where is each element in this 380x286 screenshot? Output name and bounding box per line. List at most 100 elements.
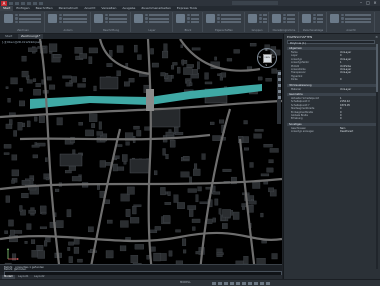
building[interactable] <box>165 131 174 136</box>
building[interactable] <box>137 54 142 60</box>
building[interactable] <box>151 62 159 68</box>
viewport-controls-label[interactable]: [-][Oben][2D-Drahtkörper] <box>2 40 42 44</box>
building[interactable] <box>85 129 94 137</box>
building[interactable] <box>128 78 135 83</box>
building[interactable] <box>44 240 48 247</box>
building[interactable] <box>201 153 206 160</box>
building[interactable] <box>165 154 169 160</box>
building[interactable] <box>269 148 279 153</box>
ribbon-large-button[interactable] <box>134 14 143 23</box>
ribbon-large-button[interactable] <box>272 14 281 23</box>
road[interactable] <box>0 231 282 243</box>
redo-icon[interactable] <box>33 1 37 5</box>
building[interactable] <box>67 247 71 251</box>
building[interactable] <box>122 154 128 162</box>
building[interactable] <box>88 56 93 64</box>
building[interactable] <box>243 256 249 265</box>
building[interactable] <box>68 241 74 246</box>
building[interactable] <box>189 208 194 217</box>
building[interactable] <box>186 64 194 68</box>
osnap-icon[interactable] <box>236 281 240 285</box>
viewcube-south[interactable]: S <box>266 64 268 67</box>
building[interactable] <box>183 67 193 75</box>
open-icon[interactable] <box>15 1 19 5</box>
customize-icon[interactable] <box>266 281 270 285</box>
building[interactable] <box>21 180 31 185</box>
building[interactable] <box>233 49 240 54</box>
property-value[interactable]: VonLayer <box>340 88 351 91</box>
building[interactable] <box>134 44 138 53</box>
viewcube-face[interactable]: OBEN <box>263 54 272 63</box>
building[interactable] <box>219 119 225 124</box>
building[interactable] <box>160 72 166 77</box>
building[interactable] <box>221 72 227 78</box>
building[interactable] <box>125 209 131 217</box>
large-building[interactable] <box>99 76 119 90</box>
building[interactable] <box>17 122 23 131</box>
ribbon-small-button[interactable] <box>145 20 148 23</box>
selection-dropdown[interactable]: Polylinie (1) <box>287 40 375 45</box>
ribbon-large-button[interactable] <box>330 14 339 23</box>
building[interactable] <box>31 144 40 148</box>
building[interactable] <box>77 258 83 263</box>
building[interactable] <box>133 125 140 130</box>
building[interactable] <box>120 193 130 202</box>
building[interactable] <box>19 205 23 212</box>
building[interactable] <box>19 100 25 107</box>
ribbon-large-button[interactable] <box>94 14 103 23</box>
building[interactable] <box>248 205 254 213</box>
building[interactable] <box>26 223 32 230</box>
building[interactable] <box>74 47 83 54</box>
building[interactable] <box>212 135 221 141</box>
building[interactable] <box>266 167 274 173</box>
grid-icon[interactable] <box>212 281 216 285</box>
building[interactable] <box>49 84 56 90</box>
ribbon-small-button[interactable] <box>259 20 262 23</box>
map-drawing[interactable] <box>0 39 282 272</box>
building[interactable] <box>120 220 129 228</box>
building[interactable] <box>38 116 45 123</box>
building[interactable] <box>116 45 124 53</box>
building[interactable] <box>112 163 118 172</box>
building[interactable] <box>191 218 201 223</box>
ribbon-small-button[interactable] <box>217 20 220 23</box>
app-logo-icon[interactable]: A <box>1 0 7 6</box>
building[interactable] <box>11 179 15 184</box>
building[interactable] <box>168 250 173 257</box>
ribbon-small-button[interactable] <box>105 14 108 17</box>
building[interactable] <box>195 251 202 255</box>
maximize-icon[interactable]: □ <box>365 1 371 5</box>
building[interactable] <box>197 186 202 192</box>
ribbon-small-button[interactable] <box>105 20 108 23</box>
building[interactable] <box>98 121 102 130</box>
building[interactable] <box>252 182 261 189</box>
ribbon-small-button[interactable] <box>313 14 316 17</box>
building[interactable] <box>73 246 80 254</box>
building[interactable] <box>82 77 86 83</box>
building[interactable] <box>199 201 209 204</box>
building[interactable] <box>62 75 72 79</box>
save-icon[interactable] <box>21 1 25 5</box>
building[interactable] <box>55 188 60 192</box>
building[interactable] <box>268 187 274 193</box>
building[interactable] <box>193 168 201 176</box>
building[interactable] <box>154 226 161 231</box>
building[interactable] <box>163 43 168 52</box>
ribbon-small-button[interactable] <box>259 14 262 17</box>
palette-scrollbar[interactable] <box>376 44 378 269</box>
ribbon-small-button[interactable] <box>341 17 344 20</box>
building[interactable] <box>133 204 142 207</box>
building[interactable] <box>41 211 47 215</box>
building[interactable] <box>21 193 29 199</box>
pan-icon[interactable] <box>277 78 281 81</box>
viewcube-east[interactable]: O <box>273 56 275 59</box>
building[interactable] <box>168 129 172 133</box>
building[interactable] <box>37 250 45 259</box>
building[interactable] <box>263 144 273 148</box>
building[interactable] <box>182 156 190 160</box>
building[interactable] <box>243 120 248 125</box>
building[interactable] <box>10 229 15 237</box>
building[interactable] <box>189 82 193 86</box>
road[interactable] <box>88 128 122 272</box>
building[interactable] <box>192 226 196 231</box>
